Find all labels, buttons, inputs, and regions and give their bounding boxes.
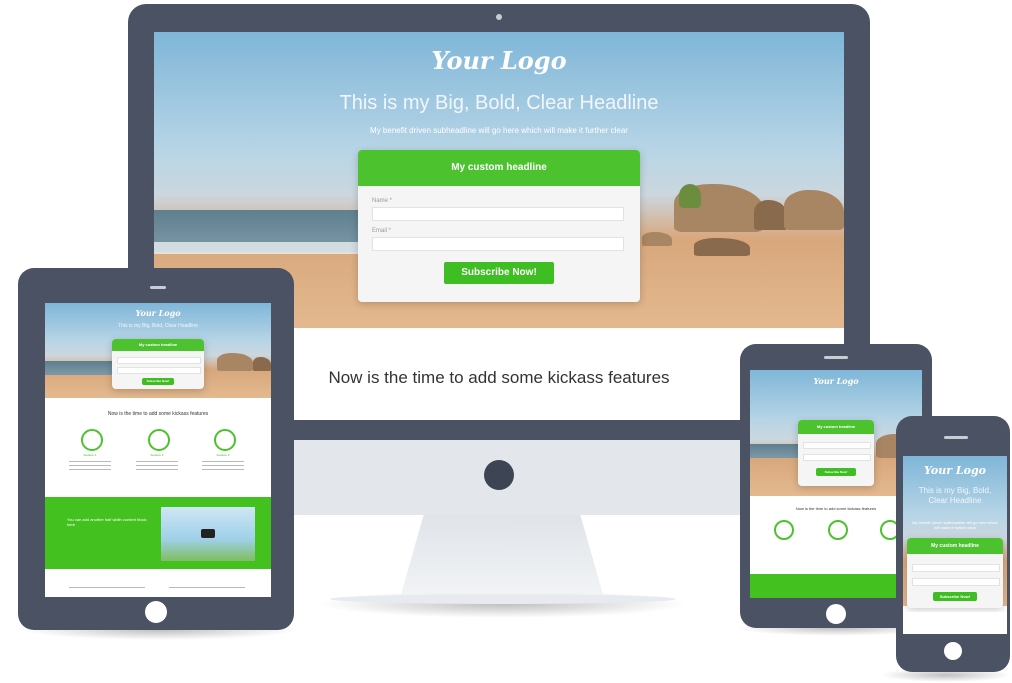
phone-small-subscribe-button[interactable]: Subscribe Now! [816, 468, 856, 476]
feature-text [136, 469, 178, 470]
tablet-green-text: You can add another half width content b… [67, 517, 147, 527]
hero-subheadline: My benefit driven subheadline will go he… [370, 126, 628, 135]
signup-form-card: My custom headline Name * Email * Subscr… [358, 150, 640, 302]
tablet-home-button[interactable] [145, 601, 167, 623]
email-label: Email * [372, 228, 392, 234]
phone-screen: Your Logo This is my Big, Bold, Clear He… [903, 456, 1007, 634]
phone-subheadline: My benefit driven subheadline will go he… [912, 520, 998, 530]
phone-subscribe-button[interactable]: Subscribe Now! [933, 592, 977, 601]
rock [754, 200, 788, 230]
monitor-camera-icon [496, 14, 502, 20]
tablet-rock [217, 353, 253, 371]
tablet-features-heading: Now is the time to add some kickass feat… [107, 411, 209, 417]
feature-icon [214, 429, 236, 451]
feature-text [69, 469, 111, 470]
phone-small-form-card: My custom headline Subscribe Now! [798, 420, 874, 486]
feature-text [69, 461, 111, 462]
form-headline: My custom headline [358, 150, 640, 186]
site-logo[interactable]: Your Logo [154, 46, 844, 75]
tablet-name-input[interactable] [117, 357, 201, 364]
feature-icon [81, 429, 103, 451]
tablet-rock [253, 357, 271, 371]
phone-headline: This is my Big, Bold, Clear Headline [918, 486, 992, 505]
feature-text [69, 465, 111, 466]
phone-small-name-input[interactable] [803, 442, 871, 449]
play-icon[interactable] [201, 529, 215, 538]
monitor-power-button[interactable] [484, 460, 514, 490]
monitor-stand [400, 512, 604, 598]
feature-text [202, 461, 244, 462]
rock-grass [679, 184, 701, 208]
phone-small-logo[interactable]: Your Logo [750, 376, 922, 386]
tablet-form-card: My custom headline Subscribe Now! [112, 339, 204, 389]
feature-title: Feature 1 [83, 453, 97, 457]
tablet-screen: Your Logo This is my Big, Bold, Clear He… [45, 303, 271, 597]
tablet-logo[interactable]: Your Logo [45, 308, 271, 318]
feature-icon [148, 429, 170, 451]
phone-name-input[interactable] [912, 564, 1000, 572]
feature-text [136, 461, 178, 462]
phone-small-email-input[interactable] [803, 454, 871, 461]
rock [642, 232, 672, 246]
phone-small-form-headline: My custom headline [798, 420, 874, 434]
phone-home-button[interactable] [944, 642, 962, 660]
phone-email-input[interactable] [912, 578, 1000, 586]
phone-camera-icon [944, 436, 968, 439]
phone-logo[interactable]: Your Logo [903, 464, 1007, 477]
name-label: Name * [372, 198, 393, 204]
feature-text [202, 469, 244, 470]
feature-icon [828, 520, 848, 540]
tablet-subscribe-button[interactable]: Subscribe Now! [142, 378, 174, 385]
hero-headline: This is my Big, Bold, Clear Headline [339, 92, 659, 114]
feature-title: Feature 3 [216, 453, 230, 457]
rock [694, 238, 750, 256]
feature-title: Feature 2 [150, 453, 164, 457]
email-input[interactable] [372, 237, 624, 251]
subscribe-button[interactable]: Subscribe Now! [444, 262, 554, 284]
feature-text [136, 465, 178, 466]
tablet-email-input[interactable] [117, 367, 201, 374]
phone-small-camera-icon [824, 356, 848, 359]
feature-text [202, 465, 244, 466]
tablet-form-headline: My custom headline [112, 339, 204, 351]
rock [784, 190, 844, 230]
tablet-headline: This is my Big, Bold, Clear Headline [118, 323, 198, 329]
phone-form-headline: My custom headline [907, 538, 1003, 554]
phone-form-card: My custom headline Subscribe Now! [907, 538, 1003, 608]
footer-text [69, 587, 145, 588]
phone-small-sea [750, 444, 800, 458]
phone-small-home-button[interactable] [826, 604, 846, 624]
footer-text [169, 587, 245, 588]
feature-icon [774, 520, 794, 540]
name-input[interactable] [372, 207, 624, 221]
phone-content [903, 612, 1007, 634]
tablet-camera-icon [150, 286, 166, 289]
monitor-stand-base [330, 594, 676, 604]
